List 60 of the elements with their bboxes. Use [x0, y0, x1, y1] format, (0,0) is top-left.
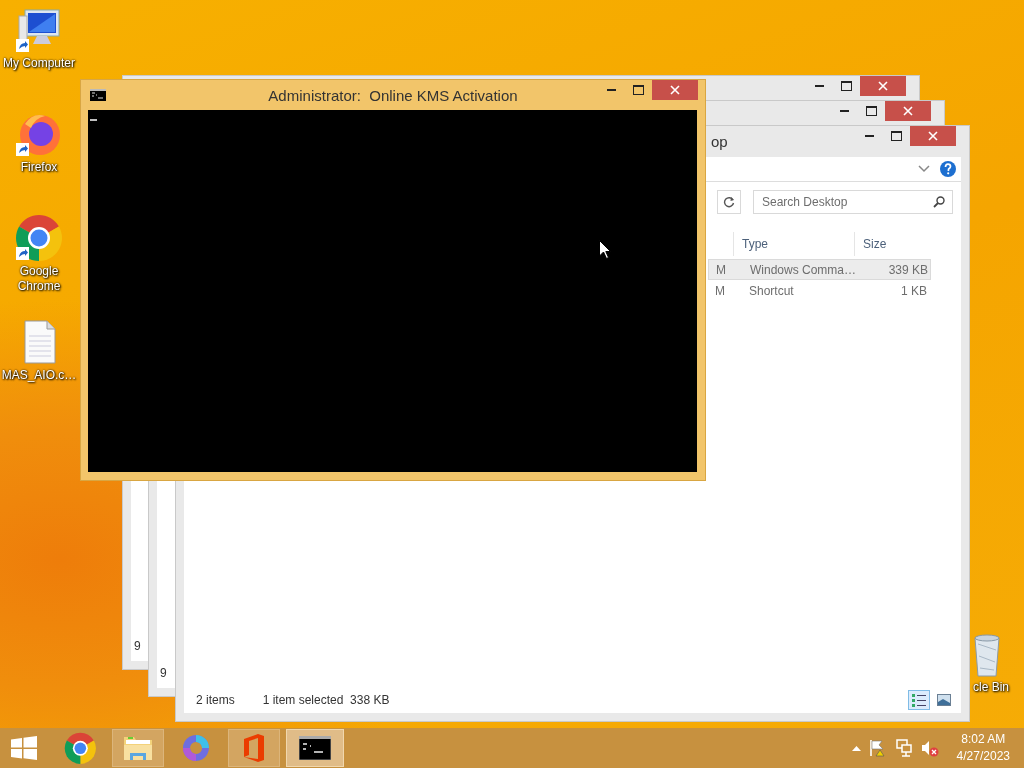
help-icon[interactable] — [940, 161, 956, 177]
console-icon — [90, 89, 106, 101]
status-text: 2 items — [196, 693, 235, 707]
flag-icon[interactable] — [868, 739, 887, 757]
maximize-icon — [633, 85, 644, 95]
icon-label[interactable]: MAS_AIO.c… — [1, 368, 77, 383]
view-button[interactable] — [908, 690, 930, 710]
mouse-pointer-icon — [599, 240, 611, 259]
ring-icon — [181, 733, 211, 763]
table-cell-text: M — [714, 283, 725, 298]
chrome-icon[interactable] — [15, 214, 63, 262]
column-header[interactable]: Size — [854, 232, 925, 256]
close-icon — [903, 106, 913, 116]
maximize-icon — [891, 131, 902, 141]
icon-label[interactable]: cle Bin — [973, 680, 1010, 695]
refresh-icon — [723, 196, 735, 208]
chevron-down-icon[interactable] — [918, 165, 930, 173]
clock-time[interactable]: 8:02 AM — [961, 731, 1006, 748]
column-header[interactable]: Type — [733, 232, 854, 256]
table-cell-text: 339 KB — [887, 262, 928, 277]
console-icon — [299, 736, 331, 760]
chrome-icon — [64, 732, 96, 764]
large-icons-view-icon — [937, 692, 951, 708]
maximize-icon — [841, 81, 852, 91]
table-cell-text: Shortcut — [749, 283, 795, 298]
maximize-icon — [866, 106, 877, 116]
office-icon — [242, 733, 266, 763]
minimize-icon — [865, 134, 874, 138]
table-cell-text: Windows Comma… — [750, 262, 858, 277]
icon-label[interactable]: My Computer — [1, 56, 77, 71]
details-view-icon — [912, 692, 926, 708]
speaker-muted-icon[interactable] — [920, 739, 939, 757]
window-title: Administrator: Online KMS Activation — [268, 87, 518, 104]
status-text: 9 — [160, 666, 167, 680]
clock[interactable]: 8:02 AM 4/27/2023 — [946, 731, 1024, 765]
icon-label[interactable]: Firefox — [1, 160, 77, 175]
table-row[interactable]: M Windows Comma… 339 KB — [708, 259, 931, 280]
icon-label[interactable]: Google Chrome — [1, 264, 77, 294]
caret-up-icon[interactable] — [851, 745, 861, 751]
window-title: op — [711, 133, 728, 150]
taskbar-button[interactable] — [286, 729, 344, 767]
network-icon[interactable] — [894, 739, 913, 757]
windows-logo-icon — [11, 736, 37, 760]
minimize-icon — [815, 84, 824, 88]
close-icon — [928, 131, 938, 141]
status-text: 1 item selected 338 KB — [262, 693, 390, 707]
minimize-icon — [840, 109, 849, 113]
search-icon — [933, 196, 945, 208]
close-icon — [670, 85, 680, 95]
minimize-icon — [607, 88, 616, 92]
search-field[interactable]: Search Desktop — [753, 190, 953, 214]
text-cursor — [90, 119, 97, 121]
close-icon — [878, 81, 888, 91]
table-cell-text: 1 KB — [900, 283, 927, 298]
table-cell-text: M — [715, 262, 726, 277]
refresh-button[interactable] — [717, 190, 741, 214]
computer-icon[interactable] — [15, 6, 63, 54]
status-text: 9 — [134, 639, 141, 653]
table-row[interactable]: M Shortcut 1 KB — [708, 280, 931, 301]
clock-date[interactable]: 4/27/2023 — [956, 748, 1010, 765]
